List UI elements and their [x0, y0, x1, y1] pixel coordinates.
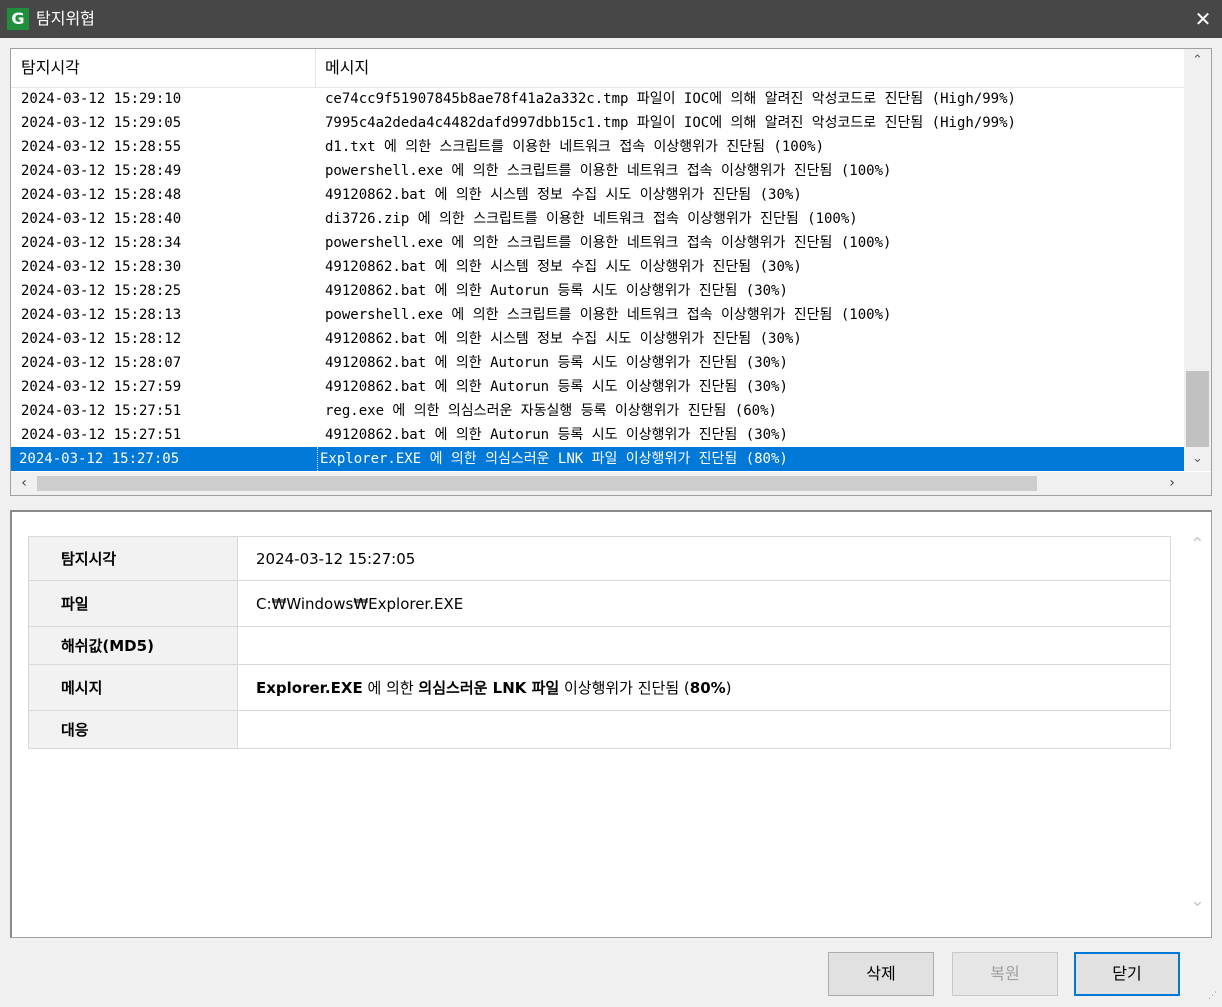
table-row[interactable]: 2024-03-12 15:27:59 49120862.bat 에 의한 Aut…	[11, 375, 1184, 399]
row-message: di3726.zip 에 의한 스크립트를 이용한 네트워크 접속 이상행위가 …	[325, 211, 858, 227]
table-row[interactable]: 2024-03-12 15:29:05 7995c4a2deda4c4482daf…	[11, 111, 1184, 135]
message-behavior: 의심스러운 LNK 파일	[418, 679, 560, 697]
message-subject: Explorer.EXE	[256, 679, 363, 697]
table-row[interactable]: 2024-03-12 15:29:10 ce74cc9f51907845b8ae7…	[11, 87, 1184, 111]
table-row[interactable]: 2024-03-12 15:28:34 powershell.exe 에 의한 스…	[11, 231, 1184, 255]
list-header: 탐지시각 메시지	[11, 49, 1184, 88]
table-row[interactable]: 2024-03-12 15:28:55 d1.txt 에 의한 스크립트를 이용한…	[11, 135, 1184, 159]
row-time: 2024-03-12 15:28:13	[21, 307, 182, 323]
window-title: 탐지위협	[36, 9, 95, 28]
close-button[interactable]: 닫기	[1074, 952, 1180, 996]
detail-value-response	[237, 710, 1171, 749]
row-time: 2024-03-12 15:28:49	[21, 163, 182, 179]
horizontal-scrollbar[interactable]: ‹ ›	[11, 472, 1211, 495]
table-row[interactable]: 2024-03-12 15:28:25 49120862.bat 에 의한 Aut…	[11, 279, 1184, 303]
row-message: 49120862.bat 에 의한 시스템 정보 수집 시도 이상행위가 진단됨…	[325, 331, 802, 347]
detail-panel: 탐지시각 2024-03-12 15:27:05 파일 C:₩Windows₩E…	[10, 510, 1212, 938]
row-time: 2024-03-12 15:28:30	[21, 259, 182, 275]
table-row[interactable]: 2024-03-12 15:27:51 reg.exe 에 의한 의심스러운 자동…	[11, 399, 1184, 423]
restore-button[interactable]: 복원	[952, 952, 1058, 996]
row-time: 2024-03-12 15:27:51	[21, 427, 182, 443]
row-message: powershell.exe 에 의한 스크립트를 이용한 네트워크 접속 이상…	[325, 235, 892, 251]
row-message: 49120862.bat 에 의한 Autorun 등록 시도 이상행위가 진단…	[325, 427, 788, 443]
row-message: 7995c4a2deda4c4482dafd997dbb15c1.tmp 파일이…	[325, 115, 1016, 131]
table-row[interactable]: 2024-03-12 15:27:51 49120862.bat 에 의한 Aut…	[11, 423, 1184, 447]
row-message: 49120862.bat 에 의한 Autorun 등록 시도 이상행위가 진단…	[325, 379, 788, 395]
row-message: reg.exe 에 의한 의심스러운 자동실행 등록 이상행위가 진단됨 (60…	[325, 403, 777, 419]
row-message: Explorer.EXE 에 의한 의심스러운 LNK 파일 이상행위가 진단됨…	[317, 447, 788, 471]
row-time: 2024-03-12 15:27:05	[19, 451, 180, 467]
detail-value-hash	[237, 626, 1171, 665]
chevron-down-icon[interactable]: ⌄	[1184, 447, 1211, 471]
row-message: 49120862.bat 에 의한 Autorun 등록 시도 이상행위가 진단…	[325, 283, 788, 299]
chevron-left-icon[interactable]: ‹	[13, 472, 35, 495]
row-time: 2024-03-12 15:27:59	[21, 379, 182, 395]
list-rows: 2024-03-12 15:29:10 ce74cc9f51907845b8ae7…	[11, 87, 1184, 471]
detail-label-message: 메시지	[28, 664, 238, 711]
column-divider[interactable]	[315, 49, 316, 87]
message-percent: 80%	[689, 679, 726, 697]
table-row[interactable]: 2024-03-12 15:28:30 49120862.bat 에 의한 시스템…	[11, 255, 1184, 279]
table-row[interactable]: 2024-03-12 15:28:07 49120862.bat 에 의한 Aut…	[11, 351, 1184, 375]
detail-label-response: 대응	[28, 710, 238, 749]
row-time: 2024-03-12 15:28:40	[21, 211, 182, 227]
message-text: 에 의한	[362, 679, 419, 697]
delete-button[interactable]: 삭제	[828, 952, 934, 996]
detail-label-hash: 해쉬값(MD5)	[28, 626, 238, 665]
table-row[interactable]: 2024-03-12 15:28:13 powershell.exe 에 의한 스…	[11, 303, 1184, 327]
chevron-down-icon[interactable]: ⌄	[1190, 890, 1205, 911]
row-message: 49120862.bat 에 의한 시스템 정보 수집 시도 이상행위가 진단됨…	[325, 259, 802, 275]
table-row[interactable]: 2024-03-12 15:27:05 Explorer.EXE 에 의한 의심스…	[11, 447, 1184, 471]
table-row[interactable]: 2024-03-12 15:28:40 di3726.zip 에 의한 스크립트를…	[11, 207, 1184, 231]
title-bar[interactable]: G 탐지위협 ✕	[0, 0, 1222, 38]
row-message: d1.txt 에 의한 스크립트를 이용한 네트워크 접속 이상행위가 진단됨 …	[325, 139, 825, 155]
detail-value-file: C:₩Windows₩Explorer.EXE	[237, 580, 1171, 627]
detail-table: 탐지시각 2024-03-12 15:27:05 파일 C:₩Windows₩E…	[28, 536, 1171, 749]
vertical-scrollbar[interactable]: ⌃ ⌄	[1184, 49, 1211, 471]
row-message: powershell.exe 에 의한 스크립트를 이용한 네트워크 접속 이상…	[325, 307, 892, 323]
row-time: 2024-03-12 15:28:12	[21, 331, 182, 347]
scroll-thumb[interactable]	[37, 476, 1037, 491]
row-time: 2024-03-12 15:28:25	[21, 283, 182, 299]
message-text: )	[725, 679, 732, 697]
threat-detection-window: G 탐지위협 ✕ 탐지시각 메시지 2024-03-12 15:29:10 ce7…	[0, 0, 1222, 1007]
detail-value-time: 2024-03-12 15:27:05	[237, 536, 1171, 581]
chevron-up-icon[interactable]: ⌃	[1184, 49, 1211, 73]
detection-list[interactable]: 탐지시각 메시지 2024-03-12 15:29:10 ce74cc9f5190…	[10, 48, 1212, 496]
row-time: 2024-03-12 15:27:51	[21, 403, 182, 419]
row-message: 49120862.bat 에 의한 Autorun 등록 시도 이상행위가 진단…	[325, 355, 788, 371]
resize-grip-icon[interactable]: ⋰	[1208, 992, 1220, 1005]
detail-value-message: Explorer.EXE 에 의한 의심스러운 LNK 파일 이상행위가 진단됨…	[237, 664, 1171, 711]
row-time: 2024-03-12 15:28:07	[21, 355, 182, 371]
scroll-thumb[interactable]	[1186, 371, 1209, 447]
chevron-right-icon[interactable]: ›	[1161, 472, 1183, 495]
table-row[interactable]: 2024-03-12 15:28:49 powershell.exe 에 의한 스…	[11, 159, 1184, 183]
app-logo-icon: G	[7, 8, 29, 30]
row-time: 2024-03-12 15:29:10	[21, 91, 182, 107]
table-row[interactable]: 2024-03-12 15:28:48 49120862.bat 에 의한 시스템…	[11, 183, 1184, 207]
row-message: ce74cc9f51907845b8ae78f41a2a332c.tmp 파일이…	[325, 91, 1016, 107]
detail-label-time: 탐지시각	[28, 536, 238, 581]
row-message: powershell.exe 에 의한 스크립트를 이용한 네트워크 접속 이상…	[325, 163, 892, 179]
table-row[interactable]: 2024-03-12 15:28:12 49120862.bat 에 의한 시스템…	[11, 327, 1184, 351]
message-text: 이상행위가 진단됨 (	[559, 679, 690, 697]
row-time: 2024-03-12 15:28:34	[21, 235, 182, 251]
row-time: 2024-03-12 15:28:48	[21, 187, 182, 203]
column-header-time[interactable]: 탐지시각	[21, 49, 80, 87]
chevron-up-icon[interactable]: ⌃	[1190, 534, 1205, 555]
row-time: 2024-03-12 15:28:55	[21, 139, 182, 155]
column-header-message[interactable]: 메시지	[325, 49, 369, 87]
row-time: 2024-03-12 15:29:05	[21, 115, 182, 131]
row-message: 49120862.bat 에 의한 시스템 정보 수집 시도 이상행위가 진단됨…	[325, 187, 802, 203]
close-icon[interactable]: ✕	[1190, 6, 1216, 32]
detail-label-file: 파일	[28, 580, 238, 627]
